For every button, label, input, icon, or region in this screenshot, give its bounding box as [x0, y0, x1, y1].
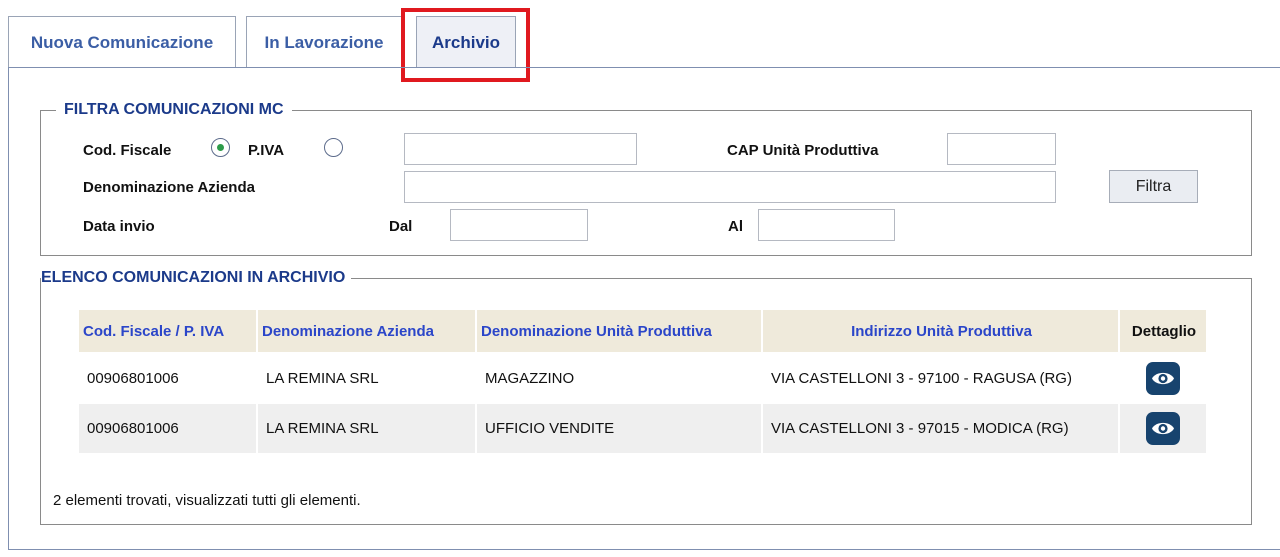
- cell-indirizzo: VIA CASTELLONI 3 - 97100 - RAGUSA (RG): [762, 352, 1120, 403]
- dal-date-input[interactable]: [450, 209, 588, 241]
- cell-azienda: LA REMINA SRL: [257, 352, 477, 403]
- col-cf: Cod. Fiscale / P. IVA: [79, 310, 258, 353]
- col-indirizzo: Indirizzo Unità Produttiva: [762, 310, 1120, 353]
- tab-nuova-comunicazione[interactable]: Nuova Comunicazione: [8, 16, 236, 68]
- col-azienda: Denominazione Azienda: [257, 310, 477, 353]
- archive-table: Cod. Fiscale / P. IVA Denominazione Azie…: [79, 310, 1208, 453]
- cell-dettaglio: [1119, 402, 1208, 453]
- data-invio-label: Data invio: [83, 218, 155, 235]
- cod-fiscale-label: Cod. Fiscale: [83, 142, 172, 159]
- tab-archivio[interactable]: Archivio: [416, 16, 516, 68]
- table-header-row: Cod. Fiscale / P. IVA Denominazione Azie…: [79, 310, 1208, 353]
- cell-cf: 00906801006: [79, 402, 258, 453]
- eye-icon[interactable]: [1146, 412, 1180, 445]
- col-unita: Denominazione Unità Produttiva: [476, 310, 763, 353]
- denominazione-label: Denominazione Azienda: [83, 179, 255, 196]
- cf-piva-input[interactable]: [404, 133, 637, 165]
- piva-label: P.IVA: [248, 142, 285, 159]
- tab-in-lavorazione[interactable]: In Lavorazione: [246, 16, 402, 68]
- cap-label: CAP Unità Produttiva: [727, 142, 879, 159]
- list-legend: ELENCO COMUNICAZIONI IN ARCHIVIO: [41, 269, 352, 287]
- filter-legend: FILTRA COMUNICAZIONI MC: [56, 101, 292, 119]
- col-dettaglio: Dettaglio: [1119, 310, 1208, 353]
- denominazione-input[interactable]: [404, 171, 1056, 203]
- dal-label: Dal: [389, 218, 413, 235]
- al-date-input[interactable]: [758, 209, 895, 241]
- cell-azienda: LA REMINA SRL: [257, 402, 477, 453]
- cell-indirizzo: VIA CASTELLONI 3 - 97015 - MODICA (RG): [762, 402, 1120, 453]
- results-summary: 2 elementi trovati, visualizzati tutti g…: [53, 492, 361, 509]
- table-row: 00906801006 LA REMINA SRL MAGAZZINO VIA …: [79, 352, 1208, 403]
- piva-radio[interactable]: [324, 138, 343, 157]
- eye-icon[interactable]: [1146, 361, 1180, 395]
- cell-dettaglio: [1119, 352, 1208, 403]
- filtra-button[interactable]: Filtra: [1109, 170, 1198, 203]
- cell-cf: 00906801006: [79, 352, 258, 403]
- cell-unita: UFFICIO VENDITE: [476, 402, 763, 453]
- cap-input[interactable]: [947, 133, 1056, 165]
- table-row: 00906801006 LA REMINA SRL UFFICIO VENDIT…: [79, 402, 1208, 453]
- cod-fiscale-radio[interactable]: [211, 138, 230, 157]
- al-label: Al: [728, 218, 743, 235]
- cell-unita: MAGAZZINO: [476, 352, 763, 403]
